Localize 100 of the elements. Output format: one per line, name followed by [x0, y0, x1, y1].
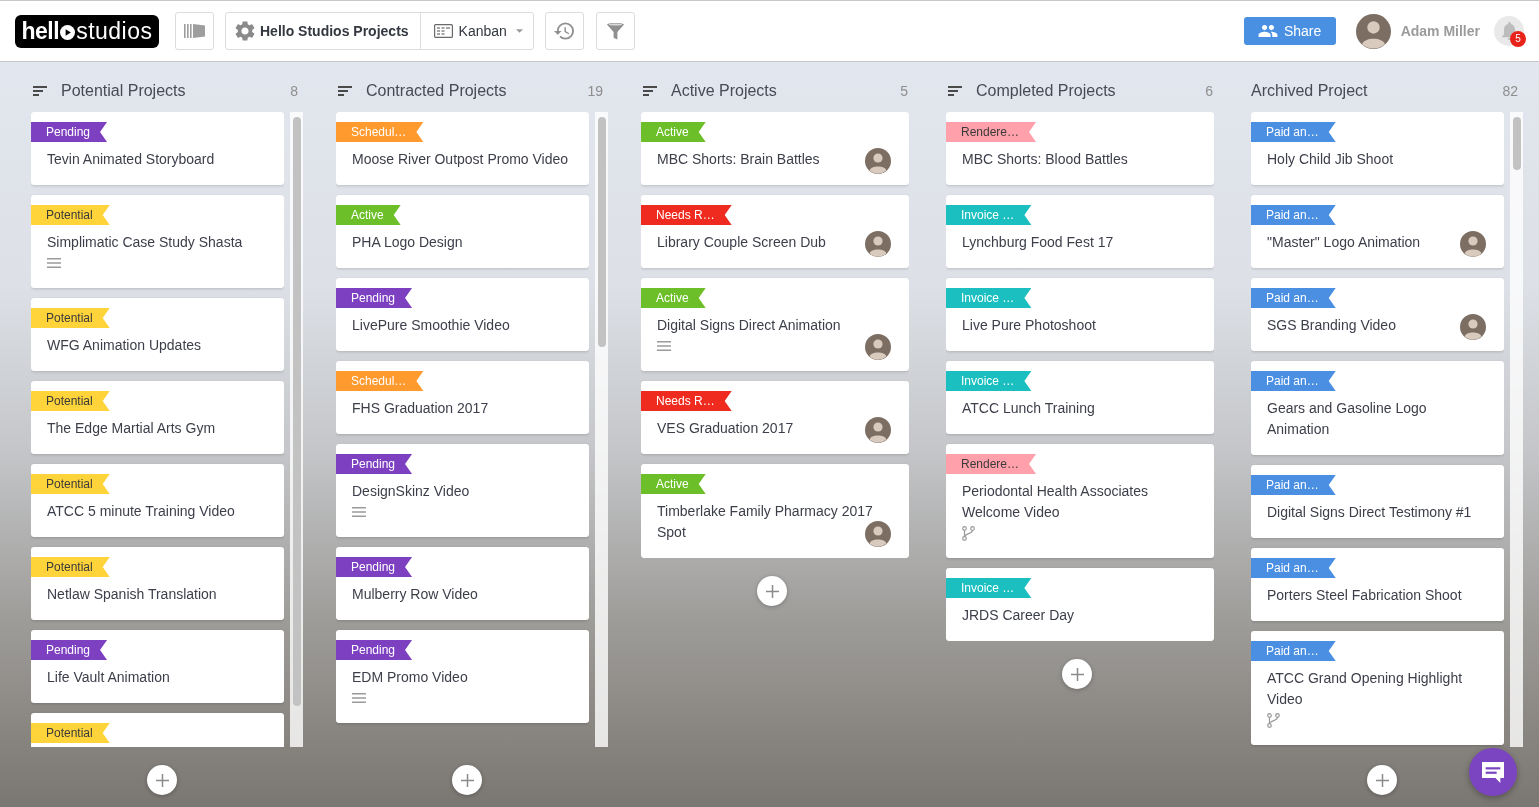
project-card[interactable]: Active MBC Shorts: Brain Battles	[641, 112, 909, 185]
status-tag: Pending	[336, 454, 413, 474]
filter-button[interactable]	[595, 12, 635, 50]
plus-icon	[460, 773, 474, 787]
history-icon	[554, 22, 575, 40]
lines-icon	[47, 258, 61, 268]
card-title: Live Pure Photoshoot	[962, 316, 1096, 335]
status-tag: Potential	[31, 205, 110, 225]
card-title: VES Graduation 2017	[657, 419, 794, 438]
caret-icon	[515, 29, 523, 33]
status-tag: Pending	[336, 288, 413, 308]
logo-text: studios	[76, 19, 153, 43]
card-count: 19	[587, 81, 603, 101]
card-title: LivePure Smoothie Video	[352, 316, 510, 335]
project-card[interactable]: Paid an… SGS Branding Video	[1251, 278, 1504, 351]
card-title: PHA Logo Design	[352, 233, 463, 252]
card-title: SGS Branding Video	[1267, 316, 1396, 335]
project-card[interactable]: Invoice … Lynchburg Food Fest 17	[946, 195, 1214, 268]
status-tag: Pending	[336, 640, 413, 660]
project-card[interactable]: Paid an… ATCC Grand Opening Highlight Video	[1251, 631, 1504, 745]
status-tag: Paid an…	[1251, 641, 1336, 661]
status-tag: Pending	[336, 557, 413, 577]
project-card[interactable]: Rendere… MBC Shorts: Blood Battles	[946, 112, 1214, 185]
project-card[interactable]: Pending Mulberry Row Video	[336, 547, 589, 620]
card-title: Mulberry Row Video	[352, 585, 478, 604]
project-card[interactable]: Paid an… Digital Signs Direct Testimony #1	[1251, 465, 1504, 538]
project-card[interactable]: Potential	[31, 713, 284, 747]
project-card[interactable]: Paid an… Porters Steel Fabrication Shoot	[1251, 548, 1504, 621]
project-card[interactable]: Paid an… Gears and Gasoline Logo Animation	[1251, 361, 1504, 455]
card-title: Holy Child Jib Shoot	[1267, 150, 1394, 169]
project-card[interactable]: Paid an… "Master" Logo Animation	[1251, 195, 1504, 268]
project-card[interactable]: Active Digital Signs Direct Animation	[641, 278, 909, 371]
column-title: Contracted Projects	[366, 81, 507, 101]
project-card[interactable]: Potential Simplimatic Case Study Shasta	[31, 195, 284, 288]
status-tag: Paid an…	[1251, 475, 1336, 495]
status-tag: Potential	[31, 474, 110, 494]
card-title: Periodontal Health Associates Welcome Video	[962, 482, 1149, 522]
project-card[interactable]: Potential The Edge Martial Arts Gym	[31, 381, 284, 454]
users-icon	[1257, 25, 1278, 37]
project-card[interactable]: Needs R… Library Couple Screen Dub	[641, 195, 909, 268]
card-title: "Master" Logo Animation	[1267, 233, 1421, 252]
sort-icon[interactable]	[338, 86, 352, 96]
project-card[interactable]: Active Timberlake Family Pharmacy 2017 Spot	[641, 464, 909, 558]
plus-icon	[155, 773, 169, 787]
status-tag: Active	[641, 288, 706, 308]
project-card[interactable]: Invoice … Live Pure Photoshoot	[946, 278, 1214, 351]
scrollbar-thumb[interactable]	[292, 117, 301, 706]
lines-icon	[352, 693, 366, 703]
status-tag: Active	[336, 205, 401, 225]
card-title: ATCC Lunch Training	[962, 399, 1095, 418]
card-title: Simplimatic Case Study Shasta	[47, 233, 243, 252]
project-card[interactable]: Potential Netlaw Spanish Translation	[31, 547, 284, 620]
project-card[interactable]: Pending DesignSkinz Video	[336, 444, 589, 537]
project-card[interactable]: Schedul… Moose River Outpost Promo Video	[336, 112, 589, 185]
project-card[interactable]: Paid an… Holy Child Jib Shoot	[1251, 112, 1504, 185]
project-card[interactable]: Pending EDM Promo Video	[336, 630, 589, 723]
project-card[interactable]: Potential WFG Animation Updates	[31, 298, 284, 371]
sidebar-toggle-button[interactable]	[175, 12, 214, 50]
card-title: Gears and Gasoline Logo Animation	[1267, 399, 1428, 439]
view-dropdown[interactable]: Kanban	[419, 13, 533, 49]
status-tag: Pending	[31, 640, 108, 660]
project-card[interactable]: Pending Tevin Animated Storyboard	[31, 112, 284, 185]
project-card[interactable]: Rendere… Periodontal Health Associates Welcome Video	[946, 444, 1214, 558]
card-title: The Edge Martial Arts Gym	[47, 419, 216, 438]
project-card[interactable]: Schedul… FHS Graduation 2017	[336, 361, 589, 434]
project-card[interactable]: Invoice … ATCC Lunch Training	[946, 361, 1214, 434]
project-card[interactable]: Active PHA Logo Design	[336, 195, 589, 268]
sort-icon[interactable]	[948, 86, 962, 96]
status-tag: Schedul…	[336, 122, 424, 142]
plus-icon	[1070, 667, 1084, 681]
card-title: EDM Promo Video	[352, 668, 468, 687]
branch-icon	[962, 525, 975, 541]
status-tag: Pending	[31, 122, 108, 142]
status-tag: Invoice …	[946, 578, 1032, 598]
card-title: Tevin Animated Storyboard	[47, 150, 215, 169]
status-tag: Paid an…	[1251, 558, 1336, 578]
scrollbar-thumb[interactable]	[597, 117, 606, 347]
project-card[interactable]: Pending LivePure Smoothie Video	[336, 278, 589, 351]
project-card[interactable]: Needs R… VES Graduation 2017	[641, 381, 909, 454]
status-tag: Schedul…	[336, 371, 424, 391]
project-card[interactable]: Potential ATCC 5 minute Training Video	[31, 464, 284, 537]
card-count: 82	[1502, 81, 1518, 101]
sort-icon[interactable]	[643, 86, 657, 96]
card-title: FHS Graduation 2017	[352, 399, 489, 418]
scrollbar-thumb[interactable]	[1512, 117, 1521, 170]
card-title: ATCC 5 minute Training Video	[47, 502, 235, 521]
project-button[interactable]: Hello Studios Projects	[226, 13, 420, 49]
card-count: 5	[900, 81, 908, 101]
logo-text: hell	[21, 19, 60, 43]
filter-icon	[605, 21, 625, 41]
avatar	[1355, 13, 1391, 49]
status-tag: Rendere…	[946, 122, 1037, 142]
card-title: Netlaw Spanish Translation	[47, 585, 217, 604]
project-card[interactable]: Pending Life Vault Animation	[31, 630, 284, 703]
plus-icon	[765, 584, 779, 598]
history-button[interactable]	[544, 12, 584, 50]
notifications-button[interactable]: 5	[1494, 16, 1524, 46]
card-title: ATCC Grand Opening Highlight Video	[1267, 669, 1464, 709]
project-card[interactable]: Invoice … JRDS Career Day	[946, 568, 1214, 641]
sort-icon[interactable]	[33, 86, 47, 96]
